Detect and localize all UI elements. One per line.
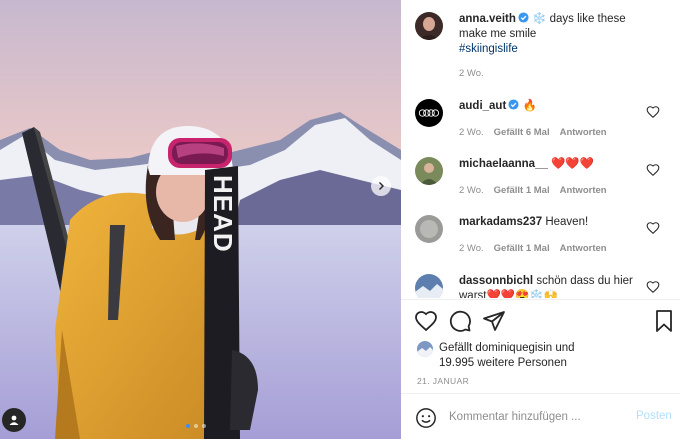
- post-photo[interactable]: HEAD: [0, 0, 401, 439]
- carousel-dot-active: [186, 424, 190, 428]
- comment-heart-icon[interactable]: [646, 163, 660, 177]
- comment-meta: 2 Wo. Gefällt 6 Mal Antworten: [459, 127, 607, 138]
- comment-meta: 2 Wo. Gefällt 1 Mal Antworten: [459, 185, 607, 196]
- verified-badge-icon: [518, 12, 529, 23]
- bookmark-icon[interactable]: [652, 309, 676, 333]
- reply-button[interactable]: Antworten: [560, 243, 607, 254]
- actions-separator: [401, 299, 680, 300]
- comment-body: ❤️❤️❤️: [551, 158, 595, 170]
- commenter-username[interactable]: dassonnbichl: [459, 275, 533, 287]
- post-date[interactable]: 21. JANUAR: [417, 376, 469, 386]
- reply-button[interactable]: Antworten: [560, 185, 607, 196]
- heart-icon[interactable]: [414, 309, 438, 333]
- comments-list[interactable]: anna.veith ❄️ days like these make me sm…: [401, 0, 680, 298]
- comment-likes[interactable]: Gefällt 1 Mal: [494, 185, 550, 196]
- comment-text: audi_aut 🔥: [459, 99, 649, 114]
- commenter-username[interactable]: michaelaanna__: [459, 158, 548, 170]
- caption-meta: 2 Wo.: [459, 68, 484, 79]
- share-icon[interactable]: [482, 309, 506, 333]
- comment-meta: 2 Wo. Gefällt 1 Mal Antworten: [459, 243, 607, 254]
- comment-body: Heaven!: [545, 216, 589, 228]
- comment-box-separator: [401, 393, 680, 394]
- likes-text: Gefällt dominiquegisin und 19.995 weiter…: [439, 341, 575, 371]
- carousel-indicator: [186, 424, 206, 428]
- likes-line-1[interactable]: Gefällt dominiquegisin und: [439, 342, 575, 354]
- author-avatar[interactable]: [415, 12, 443, 40]
- commenter-avatar[interactable]: [415, 274, 443, 298]
- user-tag-icon: [9, 415, 19, 425]
- emoji-icon[interactable]: [415, 407, 437, 429]
- comment-text: michaelaanna__ ❤️❤️❤️: [459, 157, 649, 172]
- caption-hashtag[interactable]: #skiingislife: [459, 43, 518, 55]
- commenter-username[interactable]: markadams237: [459, 216, 542, 228]
- carousel-dot: [202, 424, 206, 428]
- commenter-avatar[interactable]: [415, 157, 443, 185]
- comment-input[interactable]: [449, 404, 619, 430]
- next-image-button[interactable]: [371, 176, 391, 196]
- ski-photo-image: HEAD: [0, 0, 401, 439]
- svg-text:HEAD: HEAD: [208, 175, 238, 253]
- commenter-username[interactable]: audi_aut: [459, 100, 506, 112]
- verified-badge-icon: [508, 99, 519, 110]
- comment-time[interactable]: 2 Wo.: [459, 243, 484, 254]
- snowflake-emoji: ❄️: [532, 13, 547, 25]
- comment-icon[interactable]: [448, 309, 472, 333]
- comment-heart-icon[interactable]: [646, 280, 660, 294]
- post-comment-button[interactable]: Posten: [636, 410, 672, 422]
- caption-text: anna.veith ❄️ days like these make me sm…: [459, 12, 649, 57]
- comment-likes[interactable]: Gefällt 6 Mal: [494, 127, 550, 138]
- comment-heart-icon[interactable]: [646, 105, 660, 119]
- comment-time[interactable]: 2 Wo.: [459, 127, 484, 138]
- commenter-avatar[interactable]: [415, 99, 443, 127]
- chevron-right-icon: [379, 182, 384, 190]
- post-details-panel: anna.veith ❄️ days like these make me sm…: [401, 0, 680, 439]
- reply-button[interactable]: Antworten: [560, 127, 607, 138]
- likes-line-2[interactable]: 19.995 weitere Personen: [439, 357, 567, 369]
- user-tags-button[interactable]: [2, 408, 26, 432]
- carousel-dot: [194, 424, 198, 428]
- comment-body: 🔥: [522, 100, 537, 112]
- liker-avatar[interactable]: [417, 341, 433, 357]
- comment-likes[interactable]: Gefällt 1 Mal: [494, 243, 550, 254]
- author-username[interactable]: anna.veith: [459, 13, 516, 25]
- commenter-avatar[interactable]: [415, 215, 443, 243]
- comment-text: dassonnbichl schön dass du hier warst❤️❤…: [459, 274, 649, 298]
- caption-time[interactable]: 2 Wo.: [459, 68, 484, 79]
- comment-heart-icon[interactable]: [646, 221, 660, 235]
- comment-text: markadams237 Heaven!: [459, 215, 649, 230]
- comment-time[interactable]: 2 Wo.: [459, 185, 484, 196]
